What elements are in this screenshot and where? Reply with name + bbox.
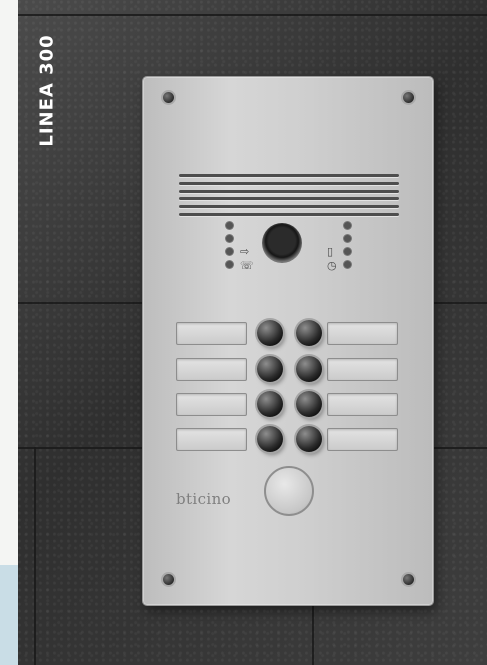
status-led [226, 248, 233, 255]
status-led [344, 222, 351, 229]
brand-logo: bticino [176, 490, 232, 508]
call-button-row1-right[interactable] [296, 320, 322, 346]
name-slot-left-4 [176, 428, 247, 451]
name-slot-right-1 [327, 322, 398, 345]
wall-joint-vertical [34, 447, 36, 665]
call-button-row3-right[interactable] [296, 391, 322, 417]
screw-bottom-left [163, 574, 174, 585]
status-led [344, 248, 351, 255]
call-button-row3-left[interactable] [257, 391, 283, 417]
camera-lens [262, 223, 302, 263]
margin-accent [0, 565, 18, 665]
screw-top-left [163, 92, 174, 103]
speaker-slot [179, 212, 399, 216]
entry-panel: ⇨ ☏ ▯ ◷ bticino [143, 77, 433, 605]
call-button-row1-left[interactable] [257, 320, 283, 346]
scene: LINEA 300 ⇨ ☏ ▯ ◷ bticino [0, 0, 487, 665]
call-button-row4-right[interactable] [296, 426, 322, 452]
door-icon: ▯ [327, 245, 334, 258]
name-slot-right-2 [327, 358, 398, 381]
side-label: LINEA 300 [36, 33, 58, 147]
speaker-slot [179, 197, 399, 201]
phone-icon: ☏ [240, 259, 254, 272]
door-open-icon: ⇨ [240, 245, 250, 258]
status-led [226, 222, 233, 229]
status-led [226, 235, 233, 242]
screw-bottom-right [403, 574, 414, 585]
status-led [344, 261, 351, 268]
call-button-row4-left[interactable] [257, 426, 283, 452]
name-slot-right-3 [327, 393, 398, 416]
name-slot-left-3 [176, 393, 247, 416]
side-label-box: LINEA 300 [30, 30, 64, 150]
speaker-slot [179, 174, 399, 177]
speaker-slot [179, 205, 399, 209]
wall-joint-horizontal [18, 14, 487, 16]
busy-icon: ◷ [327, 259, 337, 272]
speaker-grille [179, 174, 399, 216]
speaker-slot [179, 189, 399, 193]
wall-joint-vertical [312, 605, 314, 665]
call-button-row2-left[interactable] [257, 356, 283, 382]
large-round-button[interactable] [264, 466, 314, 516]
screw-top-right [403, 92, 414, 103]
call-button-row2-right[interactable] [296, 356, 322, 382]
name-slot-right-4 [327, 428, 398, 451]
speaker-slot [179, 181, 399, 185]
status-led [344, 235, 351, 242]
name-slot-left-1 [176, 322, 247, 345]
status-led [226, 261, 233, 268]
name-slot-left-2 [176, 358, 247, 381]
